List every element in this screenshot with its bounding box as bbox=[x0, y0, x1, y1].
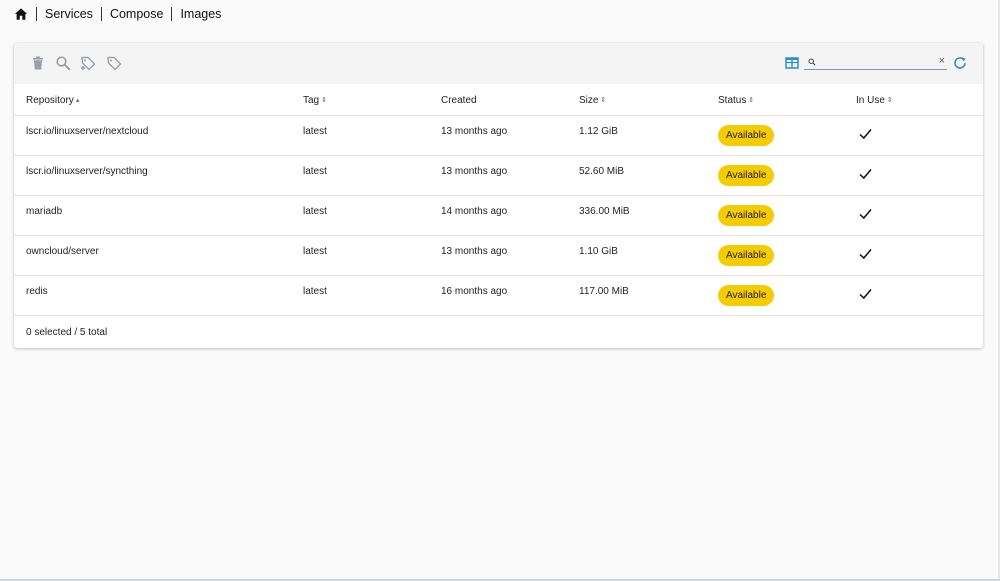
table-search: × bbox=[804, 55, 947, 70]
trash-icon[interactable] bbox=[30, 55, 46, 71]
check-icon bbox=[859, 208, 872, 220]
status-badge: Available bbox=[718, 245, 775, 266]
sort-icon: ⇕ bbox=[321, 97, 327, 104]
selection-count: 0 selected / 5 total bbox=[26, 327, 108, 338]
table-toolbar: × bbox=[14, 43, 983, 84]
repository-cell: lscr.io/linuxserver/nextcloud bbox=[26, 126, 149, 137]
tag-cell: latest bbox=[303, 206, 327, 217]
created-cell: 13 months ago bbox=[441, 166, 508, 177]
created-cell: 14 months ago bbox=[441, 206, 508, 217]
column-header-created: Created bbox=[441, 95, 477, 106]
table-row[interactable]: lscr.io/linuxserver/nextcloud latest 13 … bbox=[14, 116, 983, 156]
column-header-in-use[interactable]: In Use ⇕ bbox=[856, 95, 893, 106]
tag-cell: latest bbox=[303, 166, 327, 177]
check-icon bbox=[859, 288, 872, 300]
search-input[interactable] bbox=[818, 55, 930, 68]
status-badge: Available bbox=[718, 285, 775, 306]
size-cell: 1.12 GiB bbox=[579, 126, 618, 137]
tag-cell: latest bbox=[303, 246, 327, 257]
check-icon bbox=[859, 248, 872, 260]
home-icon[interactable] bbox=[14, 7, 28, 21]
size-cell: 1.10 GiB bbox=[579, 246, 618, 257]
repository-cell: mariadb bbox=[26, 206, 63, 217]
images-table-card: × Repository ▴ Tag ⇕ Created Size ⇕ Status ⇕… bbox=[14, 43, 983, 348]
sort-icon: ⇕ bbox=[886, 97, 893, 104]
column-header-status[interactable]: Status ⇕ bbox=[718, 95, 754, 106]
table-row[interactable]: owncloud/server latest 13 months ago 1.1… bbox=[14, 236, 983, 276]
size-cell: 336.00 MiB bbox=[579, 206, 630, 217]
status-badge: Available bbox=[718, 125, 775, 146]
breadcrumb-separator bbox=[171, 7, 173, 21]
tag-remove-icon[interactable] bbox=[106, 55, 122, 71]
breadcrumb: Services Compose Images bbox=[14, 5, 221, 23]
refresh-icon[interactable] bbox=[952, 55, 968, 71]
sort-icon: ⇕ bbox=[748, 97, 755, 104]
status-badge: Available bbox=[718, 205, 775, 226]
table-row[interactable]: redis latest 16 months ago 117.00 MiB Av… bbox=[14, 276, 983, 316]
created-cell: 13 months ago bbox=[441, 246, 508, 257]
repository-cell: lscr.io/linuxserver/syncthing bbox=[26, 166, 148, 177]
table-footer: 0 selected / 5 total bbox=[14, 315, 983, 348]
sort-asc-icon: ▴ bbox=[75, 97, 80, 104]
size-cell: 117.00 MiB bbox=[579, 286, 629, 297]
search-icon[interactable] bbox=[55, 55, 71, 71]
column-header-tag[interactable]: Tag ⇕ bbox=[303, 95, 327, 106]
status-badge: Available bbox=[718, 165, 775, 186]
breadcrumb-separator bbox=[36, 7, 37, 21]
size-cell: 52.60 MiB bbox=[579, 166, 625, 177]
check-icon bbox=[859, 168, 872, 180]
column-header-repository[interactable]: Repository ▴ bbox=[26, 95, 79, 106]
sort-icon: ⇕ bbox=[600, 97, 607, 104]
tag-cell: latest bbox=[303, 126, 327, 137]
created-cell: 16 months ago bbox=[441, 286, 508, 297]
breadcrumb-compose[interactable]: Compose bbox=[110, 7, 164, 21]
table-view-icon[interactable] bbox=[784, 55, 800, 71]
repository-cell: redis bbox=[26, 286, 48, 297]
breadcrumb-separator bbox=[100, 7, 102, 21]
clear-search-icon[interactable]: × bbox=[939, 55, 945, 68]
table-row[interactable]: lscr.io/linuxserver/syncthing latest 13 … bbox=[14, 156, 983, 196]
repository-cell: owncloud/server bbox=[26, 246, 99, 257]
check-icon bbox=[859, 128, 872, 140]
tag-add-icon[interactable] bbox=[80, 55, 96, 71]
tag-cell: latest bbox=[303, 286, 327, 297]
column-header-size[interactable]: Size ⇕ bbox=[579, 95, 606, 106]
breadcrumb-images[interactable]: Images bbox=[180, 7, 221, 21]
table-row[interactable]: mariadb latest 14 months ago 336.00 MiB … bbox=[14, 196, 983, 236]
table-header: Repository ▴ Tag ⇕ Created Size ⇕ Status ⇕ I… bbox=[14, 84, 983, 116]
search-field-icon bbox=[808, 58, 816, 66]
created-cell: 13 months ago bbox=[441, 126, 508, 137]
breadcrumb-services[interactable]: Services bbox=[45, 7, 93, 21]
